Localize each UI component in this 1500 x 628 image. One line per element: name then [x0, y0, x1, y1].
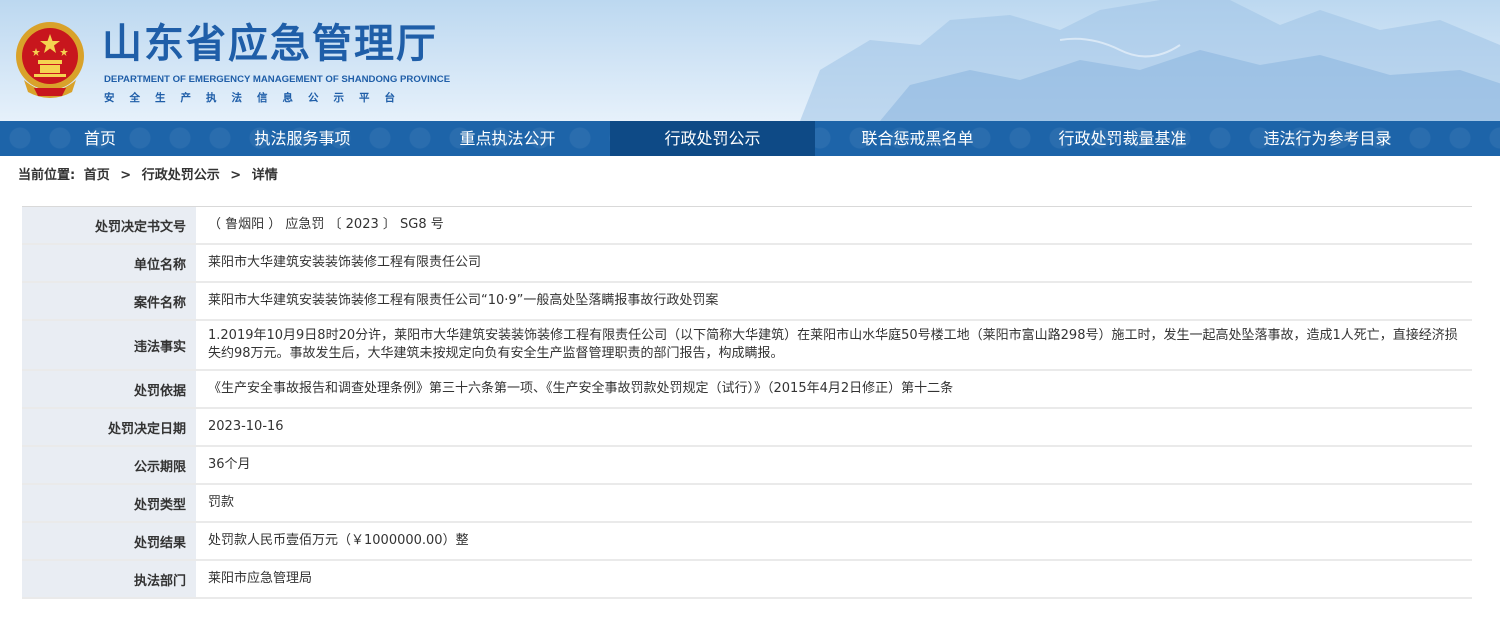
- field-value: 处罚款人民币壹佰万元（￥1000000.00）整: [196, 523, 1472, 559]
- field-value: 莱阳市大华建筑安装装饰装修工程有限责任公司: [196, 245, 1472, 281]
- site-title: 山东省应急管理厅: [102, 20, 438, 67]
- field-label: 案件名称: [22, 283, 196, 319]
- field-value: 1.2019年10月9日8时20分许，莱阳市大华建筑安装装饰装修工程有限责任公司…: [196, 321, 1472, 369]
- field-value: 2023-10-16: [196, 409, 1472, 445]
- nav-item-home[interactable]: 首页: [0, 121, 200, 156]
- nav-item-violation-catalog[interactable]: 违法行为参考目录: [1225, 121, 1430, 156]
- breadcrumb-home-link[interactable]: 首页: [84, 168, 110, 183]
- field-value: （ 鲁烟阳 ） 应急罚 〔 2023 〕 SG8 号: [196, 207, 1472, 243]
- table-row: 处罚结果 处罚款人民币壹佰万元（￥1000000.00）整: [22, 523, 1472, 561]
- field-value: 36个月: [196, 447, 1472, 483]
- national-emblem-icon: [16, 22, 84, 98]
- breadcrumb-penalty-link[interactable]: 行政处罚公示: [142, 168, 220, 183]
- nav-item-penalty-publicity[interactable]: 行政处罚公示: [610, 121, 815, 156]
- table-row: 处罚决定日期 2023-10-16: [22, 409, 1472, 447]
- breadcrumb: 当前位置: 首页 > 行政处罚公示 > 详情: [0, 156, 1500, 196]
- map-background-graphic: [800, 0, 1500, 121]
- table-row: 违法事实 1.2019年10月9日8时20分许，莱阳市大华建筑安装装饰装修工程有…: [22, 321, 1472, 371]
- header-banner: 山东省应急管理厅 DEPARTMENT OF EMERGENCY MANAGEM…: [0, 0, 1500, 121]
- table-row: 处罚依据 《生产安全事故报告和调查处理条例》第三十六条第一项、《生产安全事故罚款…: [22, 371, 1472, 409]
- penalty-detail-table: 处罚决定书文号 （ 鲁烟阳 ） 应急罚 〔 2023 〕 SG8 号 单位名称 …: [22, 206, 1472, 599]
- table-row: 处罚决定书文号 （ 鲁烟阳 ） 应急罚 〔 2023 〕 SG8 号: [22, 207, 1472, 245]
- breadcrumb-prefix: 当前位置:: [18, 168, 76, 183]
- field-label: 公示期限: [22, 447, 196, 483]
- breadcrumb-separator: >: [230, 168, 242, 183]
- site-subtitle-en: DEPARTMENT OF EMERGENCY MANAGEMENT OF SH…: [104, 74, 451, 85]
- nav-item-blacklist[interactable]: 联合惩戒黑名单: [815, 121, 1020, 156]
- nav-item-key-enforcement[interactable]: 重点执法公开: [405, 121, 610, 156]
- field-label: 处罚类型: [22, 485, 196, 521]
- breadcrumb-separator: >: [120, 168, 132, 183]
- nav-item-enforcement-services[interactable]: 执法服务事项: [200, 121, 405, 156]
- main-nav: 首页 执法服务事项 重点执法公开 行政处罚公示 联合惩戒黑名单 行政处罚裁量基准…: [0, 121, 1500, 156]
- table-row: 案件名称 莱阳市大华建筑安装装饰装修工程有限责任公司“10·9”一般高处坠落瞒报…: [22, 283, 1472, 321]
- field-label: 处罚决定书文号: [22, 207, 196, 243]
- table-row: 执法部门 莱阳市应急管理局: [22, 561, 1472, 599]
- table-row: 处罚类型 罚款: [22, 485, 1472, 523]
- field-label: 单位名称: [22, 245, 196, 281]
- field-label: 处罚决定日期: [22, 409, 196, 445]
- field-label: 违法事实: [22, 321, 196, 369]
- site-platform-name: 安全生产执法信息公示平台: [104, 92, 410, 104]
- field-label: 执法部门: [22, 561, 196, 597]
- table-row: 单位名称 莱阳市大华建筑安装装饰装修工程有限责任公司: [22, 245, 1472, 283]
- field-value: 罚款: [196, 485, 1472, 521]
- field-value: 《生产安全事故报告和调查处理条例》第三十六条第一项、《生产安全事故罚款处罚规定（…: [196, 371, 1472, 407]
- field-value: 莱阳市大华建筑安装装饰装修工程有限责任公司“10·9”一般高处坠落瞒报事故行政处…: [196, 283, 1472, 319]
- nav-item-penalty-benchmark[interactable]: 行政处罚裁量基准: [1020, 121, 1225, 156]
- field-label: 处罚依据: [22, 371, 196, 407]
- breadcrumb-current: 详情: [251, 168, 278, 183]
- field-value: 莱阳市应急管理局: [196, 561, 1472, 597]
- field-label: 处罚结果: [22, 523, 196, 559]
- table-row: 公示期限 36个月: [22, 447, 1472, 485]
